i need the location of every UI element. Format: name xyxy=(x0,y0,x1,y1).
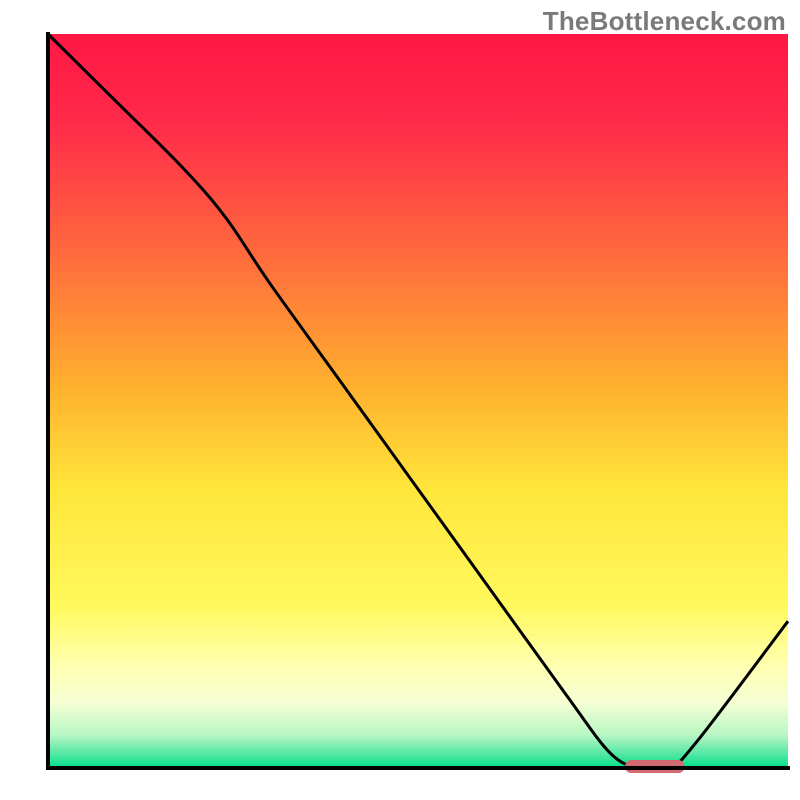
viewport: TheBottleneck.com xyxy=(0,0,800,800)
bottleneck-chart xyxy=(0,0,800,800)
